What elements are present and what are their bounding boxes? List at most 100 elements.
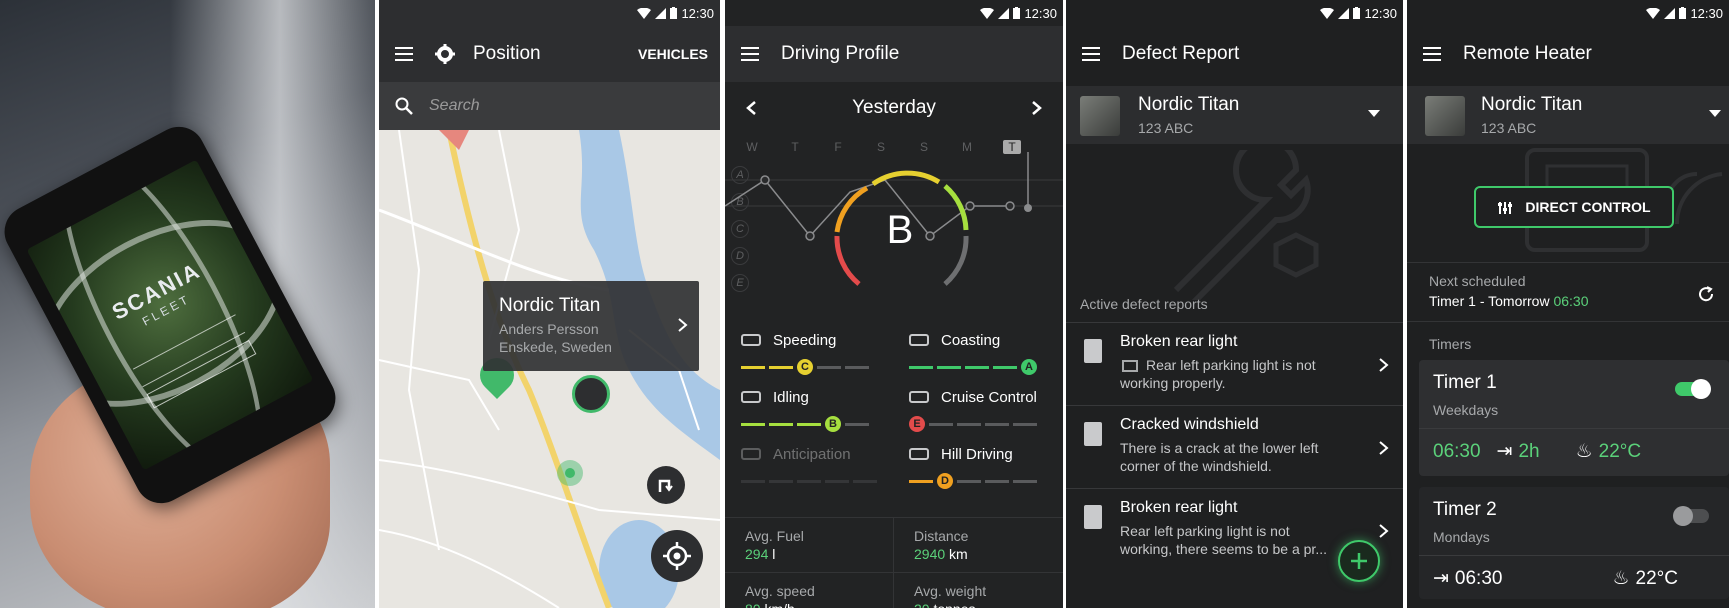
timer-details: ⇥ 06:30 ♨ 22°C [1433,567,1723,590]
bar-segment [845,365,869,369]
timer-name: Timer 1 [1433,372,1497,393]
promo-photo: SCANIA FLEET [0,0,375,608]
app-bar: Remote Heater [1407,26,1729,82]
signal-icon [1338,7,1350,19]
route-button[interactable] [647,466,685,504]
bar-segment [993,365,1017,369]
add-defect-button[interactable] [1338,540,1380,582]
gear-icon[interactable] [435,44,455,64]
bar-segment [985,479,1009,483]
dropdown-icon [1709,110,1721,117]
stat-label: Avg. speed [745,583,815,599]
heater-icon: ♨ [1575,441,1593,462]
page-title: Position [473,43,541,64]
stat-number: 2940 [914,546,946,562]
remote-heater-screen: 12:30 Remote Heater Nordic Titan 123 ABC… [1407,0,1729,608]
defect-title: Cracked windshield [1120,416,1259,433]
bar-segment [817,365,841,369]
app-bar: Driving Profile [725,26,1063,82]
metric-item[interactable]: Coasting A [909,330,1059,380]
bar-segment [741,479,765,483]
next-scheduled-label: Next scheduled [1429,273,1526,289]
next-scheduled-value: Timer 1 - Tomorrow 06:30 [1429,293,1589,309]
status-bar: 12:30 [725,0,1063,26]
toggle-knob [1691,379,1711,399]
metric-item[interactable]: Hill Driving D [909,444,1059,494]
chevron-right-icon [1379,441,1389,455]
metric-bar: B [741,415,873,433]
timer-card[interactable]: Timer 2 Mondays ⇥ 06:30 ♨ 22°C [1419,487,1729,599]
metric-bar: C [741,358,873,376]
app-bar: Defect Report [1066,26,1403,82]
chevron-left-icon[interactable] [745,100,757,116]
document-eye-icon [1084,505,1102,529]
current-location-center [565,468,575,478]
metric-item[interactable]: Speeding C [741,330,891,380]
search-input[interactable]: Search [429,97,480,115]
bar-segment [769,479,793,483]
direct-control-label: DIRECT CONTROL [1525,199,1651,215]
image-icon [1122,360,1138,372]
bar-segment [909,365,933,369]
vehicle-selector[interactable]: Nordic Titan 123 ABC [1066,86,1403,144]
stat-value: 294 l [745,546,893,562]
metric-item[interactable]: Anticipation [741,444,891,494]
battery-icon [1353,7,1361,19]
menu-icon[interactable] [1082,47,1100,61]
timer-card[interactable]: Timer 1 Weekdays 06:30 ⇥ 2h ♨ 22°C [1419,360,1729,476]
metric-bar: E [909,415,1041,433]
menu-icon[interactable] [741,47,759,61]
metric-item[interactable]: Cruise Control E [909,387,1059,437]
metric-bar: D [909,472,1041,490]
stat-value: 20 tonnes [914,601,1063,608]
bar-segment [985,422,1009,426]
refresh-icon[interactable] [1697,285,1715,303]
menu-icon[interactable] [1423,47,1441,61]
defect-item[interactable]: Broken rear light Rear left parking light… [1066,322,1403,405]
vehicle-callout[interactable]: Nordic Titan Anders Persson Enskede, Swe… [483,281,699,371]
search-bar[interactable]: Search [379,82,720,130]
stat-number: 80 [745,601,761,608]
bar-segment [1013,422,1037,426]
vehicle-selector[interactable]: Nordic Titan 123 ABC [1407,86,1729,144]
menu-icon[interactable] [395,47,413,61]
timer-toggle[interactable] [1675,379,1711,399]
metric-item[interactable]: Idling B [741,387,891,437]
bar-segment [741,422,765,426]
my-location-button[interactable] [651,530,703,582]
timer-temperature: 22°C [1598,441,1642,462]
defect-description-line: Rear left parking light is not [1120,523,1290,539]
stat-cell: Avg. speed 80 km/h [725,573,894,608]
chevron-right-icon [678,318,688,332]
truck-marker-icon[interactable] [572,375,610,413]
stat-label: Distance [914,528,969,544]
status-bar: 12:30 [1066,0,1403,26]
chevron-right-icon[interactable] [1031,100,1043,116]
metric-grade: C [797,359,813,376]
wifi-icon [637,7,652,19]
bar-segment [769,422,793,426]
direct-control-button[interactable]: DIRECT CONTROL [1474,186,1674,228]
toggle-knob [1673,506,1693,526]
defect-description-line: working, there seems to be a pr... [1120,541,1327,557]
stat-value: 2940 km [914,546,1063,562]
signal-icon [998,7,1010,19]
metric-name: Coasting [941,332,1001,349]
driving-profile-screen: 12:30 Driving Profile Yesterday WTFSSMT … [725,0,1063,608]
vehicles-button[interactable]: VEHICLES [638,46,708,62]
timers-list: Timer 1 Weekdays 06:30 ⇥ 2h ♨ 22°C Timer 2 Monda… [1419,360,1729,608]
callout-vehicle: Nordic Titan [499,295,601,316]
document-arrow-icon [1084,422,1102,446]
heater-icon: ♨ [1612,568,1630,589]
metric-name: Speeding [773,332,837,349]
metric-grade: E [909,416,925,433]
timer-toggle[interactable] [1673,506,1709,526]
defect-description-line: corner of the windshield. [1120,458,1272,474]
position-screen: 12:30 Position VEHICLES Search Nordic Ti… [379,0,720,608]
metric-name: Anticipation [773,446,851,463]
signal-icon [655,7,667,19]
stat-label: Avg. weight [914,583,987,599]
defect-item[interactable]: Cracked windshield There is a crack at th… [1066,405,1403,488]
page-title: Remote Heater [1463,43,1592,64]
timer-start-time: 06:30 [1433,441,1481,462]
